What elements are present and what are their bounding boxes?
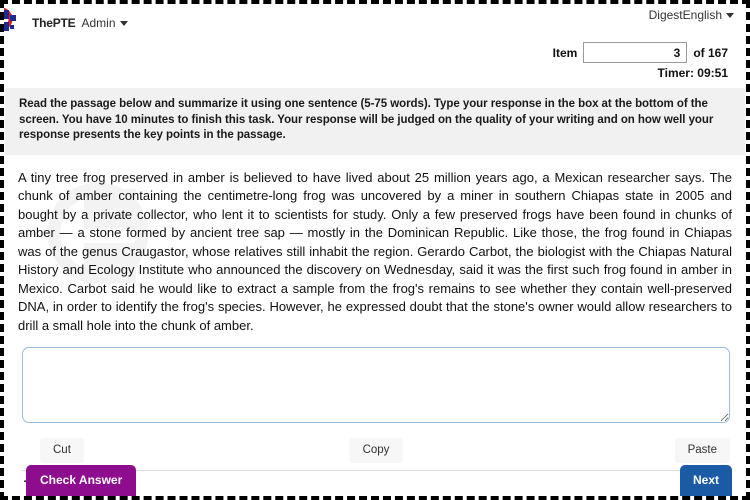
top-navbar: ThePTE Admin DigestEnglish bbox=[4, 4, 746, 36]
paste-button[interactable]: Paste bbox=[674, 438, 730, 463]
passage-container: www.thepte.com A tiny tree frog preserve… bbox=[4, 154, 746, 341]
brand-group: ThePTE Admin bbox=[4, 8, 128, 38]
next-button[interactable]: Next bbox=[679, 465, 732, 496]
cut-button[interactable]: Cut bbox=[40, 438, 84, 463]
item-timer-bar: Item of 167 Timer: 09:51 bbox=[4, 36, 746, 88]
footer-bar: Check Answer Next bbox=[4, 462, 746, 496]
thepte-logo-icon bbox=[4, 8, 26, 38]
account-menu-label: DigestEnglish bbox=[648, 8, 722, 22]
item-number-input[interactable] bbox=[583, 42, 688, 63]
copy-button[interactable]: Copy bbox=[349, 438, 403, 463]
nav-item-admin-label: Admin bbox=[81, 16, 116, 30]
answer-container bbox=[4, 341, 746, 428]
passage-text: A tiny tree frog preserved in amber is b… bbox=[18, 169, 732, 333]
app-page: ThePTE Admin DigestEnglish Item of 167 T… bbox=[4, 4, 746, 496]
chevron-down-icon bbox=[119, 20, 128, 26]
brand-name[interactable]: ThePTE bbox=[32, 16, 76, 30]
account-menu[interactable]: DigestEnglish bbox=[649, 8, 734, 22]
task-instructions: Read the passage below and summarize it … bbox=[5, 88, 745, 155]
response-textarea[interactable] bbox=[22, 347, 730, 423]
check-answer-button[interactable]: Check Answer bbox=[26, 465, 137, 496]
item-navigation: Item of 167 bbox=[553, 42, 728, 63]
timer-label: Timer: 09:51 bbox=[657, 66, 728, 80]
nav-right-group: DigestEnglish bbox=[649, 8, 746, 22]
nav-item-admin[interactable]: Admin bbox=[81, 16, 128, 30]
item-label: Item bbox=[552, 45, 578, 60]
chevron-down-icon bbox=[726, 12, 734, 18]
item-total-label: of 167 bbox=[693, 45, 728, 60]
